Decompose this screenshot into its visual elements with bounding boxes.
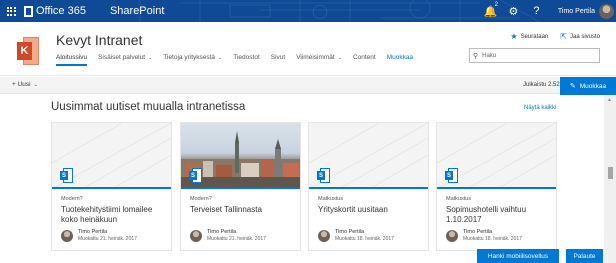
notifications-button[interactable]: 🔔 2 (479, 0, 502, 22)
author-name: Timo Pertila (335, 229, 365, 235)
news-title[interactable]: Tuotekehitystiimi lomailee koko heinäkuu… (61, 205, 169, 225)
avatar[interactable] (599, 3, 614, 19)
waffle-icon (6, 6, 16, 16)
office-logo-icon (24, 5, 33, 17)
follow-button[interactable]: ★ Seurataan (510, 32, 548, 41)
nav-item-internal-services[interactable]: Sisäiset palvelut ⌄ (98, 54, 152, 66)
settings-button[interactable]: ⚙ (502, 0, 525, 22)
avatar (318, 229, 330, 242)
news-category: Modern? (61, 196, 83, 202)
news-author: Timo Pertila Muokattu 18. heinäk. 2017 (446, 229, 522, 242)
news-author: Timo Pertila Muokattu 21. heinäk. 2017 (190, 229, 266, 242)
news-author: Timo Pertila Muokattu 18. heinäk. 2017 (318, 229, 394, 242)
news-category: Modern? (190, 196, 212, 202)
sharepoint-page-icon: S (189, 168, 202, 184)
news-section-title: Uusimmat uutiset muualla intranetissa (51, 101, 246, 113)
office365-link[interactable]: Office 365 (24, 0, 86, 22)
command-bar: + Uusi ⌄ Julkaistu 2.52 (0, 77, 616, 94)
help-button[interactable]: ? (525, 0, 548, 22)
modified-date: Muokattu 21. heinäk. 2017 (207, 236, 266, 242)
avatar (61, 229, 73, 242)
avatar (190, 229, 202, 242)
scrollbar-thumb[interactable] (608, 167, 613, 179)
sharepoint-app-link[interactable]: SharePoint (110, 5, 164, 17)
news-thumbnail-placeholder: S (52, 123, 171, 189)
office365-label: Office 365 (36, 5, 86, 17)
news-category: Matkustus (318, 196, 344, 202)
author-name: Timo Pertila (78, 229, 108, 235)
pencil-icon: ✎ (569, 83, 576, 90)
search-placeholder: Haku (482, 52, 497, 59)
chevron-down-icon: ⌄ (218, 55, 223, 61)
app-launcher-button[interactable] (0, 0, 22, 22)
sharepoint-page: Office 365 SharePoint 🔔 2 ⚙ ? Timo Perti… (0, 0, 616, 263)
get-mobile-app-button[interactable]: Hanki mobiilisovellus (477, 249, 559, 263)
help-icon: ? (533, 5, 540, 17)
edit-page-button[interactable]: ✎ Muokkaa (560, 77, 616, 95)
modified-date: Muokattu 18. heinäk. 2017 (463, 236, 522, 242)
nav-item-files[interactable]: Tiedostot (233, 54, 260, 66)
sharepoint-page-icon: S (445, 168, 458, 184)
news-card[interactable]: S Modern? Terveiset Tallinnasta Timo Per… (180, 122, 301, 251)
site-header: K Kevyt Intranet Aloitussivu Sisäiset pa… (0, 22, 616, 76)
share-icon: ⇱ (560, 32, 567, 41)
news-title[interactable]: Sopimushotelli vaihtuu 1.10.2017 (446, 205, 554, 225)
page-scrollbar[interactable]: ▲ (604, 95, 616, 263)
suite-bar: Office 365 SharePoint 🔔 2 ⚙ ? Timo Perti… (0, 0, 616, 22)
scroll-up-icon[interactable]: ▲ (607, 97, 612, 103)
sharepoint-page-icon: S (317, 168, 330, 184)
search-input[interactable]: ⚲ Haku (469, 48, 600, 63)
nav-item-about-company[interactable]: Tietoja yrityksestä ⌄ (163, 54, 222, 66)
chevron-down-icon: ⌄ (148, 55, 153, 61)
gear-icon: ⚙ (508, 5, 519, 18)
news-thumbnail-placeholder: S (309, 123, 428, 189)
author-name: Timo Pertila (207, 229, 237, 235)
modified-date: Muokattu 21. heinäk. 2017 (78, 236, 137, 242)
news-author: Timo Pertila Muokattu 21. heinäk. 2017 (61, 229, 137, 242)
site-title[interactable]: Kevyt Intranet (56, 32, 142, 48)
news-card[interactable]: S Matkustus Sopimushotelli vaihtuu 1.10.… (436, 122, 557, 251)
user-name[interactable]: Timo Pertila (558, 8, 595, 15)
sharepoint-page-icon: S (60, 168, 73, 184)
search-icon: ⚲ (473, 52, 479, 60)
suite-right: 🔔 2 ⚙ ? Timo Pertila (479, 0, 616, 22)
chevron-down-icon: ⌄ (33, 82, 38, 88)
news-title[interactable]: Terveiset Tallinnasta (190, 205, 298, 215)
news-card[interactable]: S Matkustus Yrityskortit uusitaan Timo P… (308, 122, 429, 251)
news-category: Matkustus (446, 196, 472, 202)
modified-date: Muokattu 18. heinäk. 2017 (335, 236, 394, 242)
news-thumbnail-photo: S (181, 123, 300, 189)
notification-badge: 2 (494, 2, 498, 8)
nav-item-pages[interactable]: Sivut (271, 54, 285, 66)
feedback-button[interactable]: Palaute (566, 249, 603, 263)
nav-item-content[interactable]: Content (353, 54, 376, 66)
author-name: Timo Pertila (463, 229, 493, 235)
news-title[interactable]: Yrityskortit uusitaan (318, 205, 426, 215)
new-button[interactable]: + Uusi ⌄ (12, 81, 38, 88)
star-icon: ★ (510, 32, 518, 41)
chevron-down-icon: ⌄ (337, 55, 342, 61)
published-status: Julkaistu 2.52 (523, 82, 560, 88)
news-card[interactable]: S Modern? Tuotekehitystiimi lomailee kok… (51, 122, 172, 251)
site-logo-icon[interactable]: K (17, 37, 39, 65)
nav-edit-link[interactable]: Muokkaa (387, 54, 413, 66)
see-all-link[interactable]: Näytä kaikki (524, 105, 556, 111)
nav-item-home[interactable]: Aloitussivu (56, 54, 88, 66)
avatar (446, 229, 458, 242)
header-actions: ★ Seurataan ⇱ Jaa sivusto (498, 32, 600, 41)
top-navigation: Aloitussivu Sisäiset palvelut ⌄ Tietoja y… (56, 54, 424, 66)
share-site-button[interactable]: ⇱ Jaa sivusto (560, 32, 600, 41)
nav-item-recent[interactable]: Viimeisimmät ⌄ (296, 54, 342, 66)
news-thumbnail-placeholder: S (437, 123, 556, 189)
